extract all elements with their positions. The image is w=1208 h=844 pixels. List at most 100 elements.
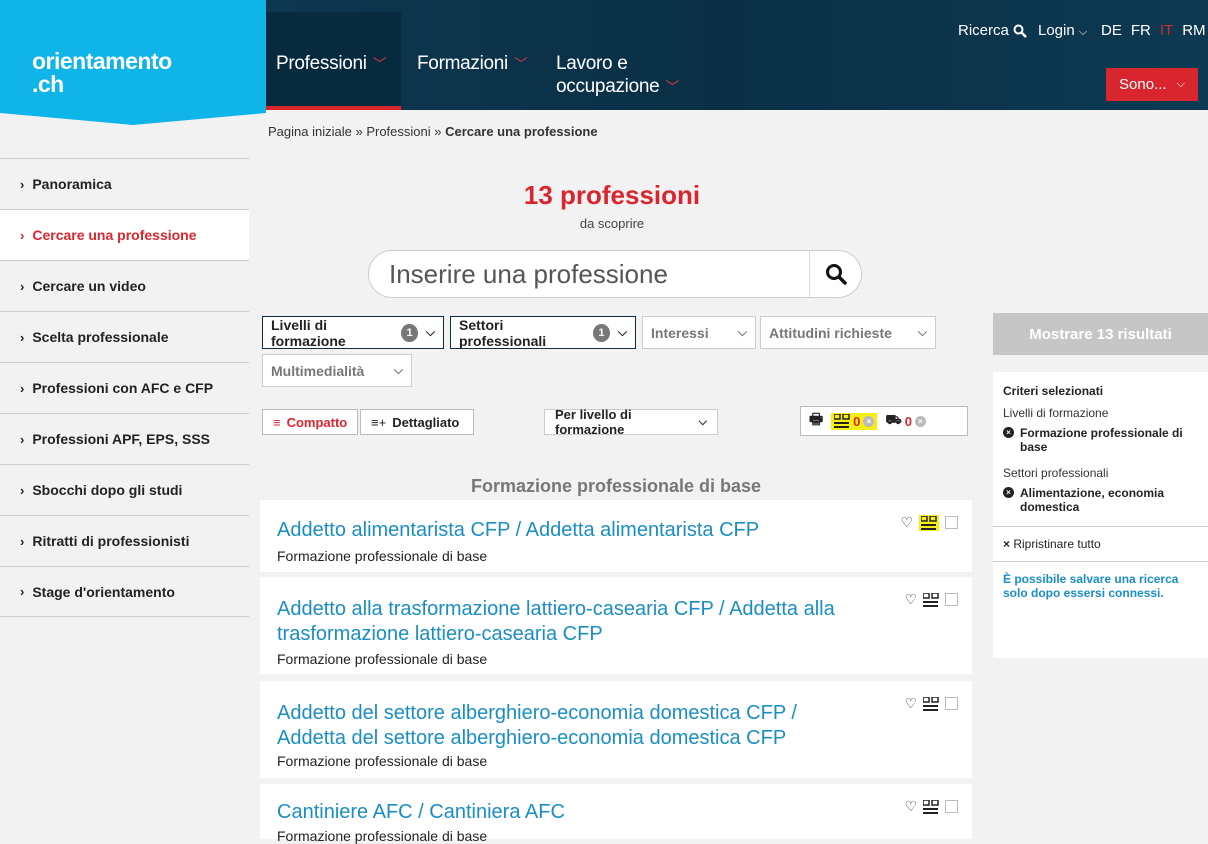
filter-livelli[interactable]: Livelli di formazione 1 ⌵	[262, 316, 444, 349]
result-actions: ♡	[904, 591, 958, 608]
chevron-right-icon: ›	[20, 431, 25, 447]
breadcrumb-section[interactable]: Professioni	[366, 124, 430, 139]
chevron-down-icon: ⌵	[393, 363, 403, 377]
result-subtitle: Formazione professionale di base	[277, 828, 488, 844]
result-subtitle: Formazione professionale di base	[277, 651, 488, 667]
clear-icon[interactable]: ×	[863, 415, 875, 427]
result-card[interactable]: Addetto del settore alberghiero-economia…	[260, 681, 972, 778]
select-checkbox[interactable]	[945, 516, 958, 529]
filter-attitudini[interactable]: Attitudini richieste ⌵	[760, 316, 936, 349]
chevron-down-icon: ⌵	[1078, 26, 1088, 38]
search-button[interactable]	[809, 251, 861, 297]
breadcrumb-home[interactable]: Pagina iniziale	[268, 124, 352, 139]
criteria-chip-label: Formazione professionale di base	[1020, 426, 1183, 454]
heart-icon[interactable]: ♡	[904, 591, 917, 608]
sort-dropdown[interactable]: Per livello di formazione ⌵	[544, 407, 718, 437]
view-compact-button[interactable]: ≡ Compatto	[262, 409, 358, 435]
result-card[interactable]: Addetto alimentarista CFP / Addetta alim…	[260, 500, 972, 572]
reset-all-label: Ripristinare tutto	[1013, 537, 1101, 551]
chevron-down-icon: ﹀	[372, 56, 387, 72]
logo-pointer	[0, 110, 266, 125]
heart-icon[interactable]: ♡	[904, 695, 917, 712]
show-results-button[interactable]: Mostrare 13 risultati	[993, 313, 1208, 355]
compare-icon	[834, 414, 850, 428]
lang-fr[interactable]: FR	[1131, 22, 1151, 39]
result-title-line: Addetto alla trasformazione lattiero-cas…	[277, 598, 835, 620]
criteria-chip[interactable]: × Formazione professionale di base	[1003, 426, 1198, 454]
chevron-right-icon: ›	[20, 329, 25, 345]
chevron-down-icon: ﹀	[513, 56, 528, 72]
sidebar-item-ritratti[interactable]: › Ritratti di professionisti	[0, 515, 249, 566]
heart-icon[interactable]: ♡	[900, 514, 913, 531]
filter-interessi[interactable]: Interessi ⌵	[642, 316, 756, 349]
clear-icon[interactable]: ×	[915, 415, 926, 427]
remove-icon[interactable]: ×	[1003, 427, 1014, 438]
heart-icon[interactable]: ♡	[904, 798, 917, 815]
logo[interactable]: orientamento .ch	[0, 0, 266, 110]
basket-toggle[interactable]: ⛟ 0 ×	[885, 412, 926, 430]
view-detailed-button[interactable]: ≡+ Dettagliato	[360, 409, 474, 435]
selected-criteria-panel: Criteri selezionati Livelli di formazion…	[993, 372, 1208, 658]
nav-lavoro[interactable]: Lavoro e occupazione ﹀	[556, 52, 679, 99]
lang-it[interactable]: IT	[1160, 22, 1173, 39]
lang-de[interactable]: DE	[1101, 22, 1122, 39]
compare-icon[interactable]	[923, 592, 939, 607]
reset-all-link[interactable]: × Ripristinare tutto	[1003, 537, 1198, 551]
result-actions: ♡	[904, 798, 958, 815]
chevron-right-icon: ›	[20, 227, 25, 243]
sidebar-item-stage[interactable]: › Stage d'orientamento	[0, 566, 249, 617]
filter-settori[interactable]: Settori professionali 1 ⌵	[450, 316, 636, 349]
chevron-down-icon: ⌵	[617, 325, 627, 339]
sidebar-item-apf-eps-sss[interactable]: › Professioni APF, EPS, SSS	[0, 413, 249, 464]
remove-icon[interactable]: ×	[1003, 487, 1014, 498]
sidebar-item-scelta[interactable]: › Scelta professionale	[0, 311, 249, 362]
sidebar-item-label: Sbocchi dopo gli studi	[32, 482, 183, 498]
criteria-label: Settori professionali	[1003, 466, 1109, 480]
breadcrumb-current: Cercare una professione	[445, 124, 598, 139]
login-link[interactable]: Login ⌵	[1038, 22, 1087, 39]
result-title[interactable]: Addetto alla trasformazione lattiero-cas…	[277, 597, 857, 647]
result-title[interactable]: Addetto alimentarista CFP / Addetta alim…	[277, 518, 857, 543]
filter-multimedia[interactable]: Multimedialità ⌵	[262, 354, 412, 387]
result-title[interactable]: Addetto del settore alberghiero-economia…	[277, 701, 857, 751]
sidebar-item-cercare-professione[interactable]: › Cercare una professione	[0, 209, 249, 260]
result-title[interactable]: Cantiniere AFC / Cantiniera AFC	[277, 800, 857, 825]
tools-bar: 🖶 0 × ⛟ 0 ×	[800, 406, 968, 436]
sidebar-item-afc-cfp[interactable]: › Professioni con AFC e CFP	[0, 362, 249, 413]
chevron-down-icon: ⌵	[425, 325, 435, 339]
compare-icon[interactable]	[923, 696, 939, 711]
compare-toggle[interactable]: 0 ×	[831, 412, 878, 430]
criteria-chip[interactable]: × Alimentazione, economia domestica	[1003, 486, 1198, 514]
compare-icon[interactable]	[923, 799, 939, 814]
sono-dropdown[interactable]: Sono... ⌵	[1106, 68, 1198, 101]
sidebar-item-label: Professioni APF, EPS, SSS	[32, 431, 210, 447]
sono-label: Sono...	[1119, 76, 1167, 93]
result-card[interactable]: Addetto alla trasformazione lattiero-cas…	[260, 577, 972, 674]
list-add-icon: ≡+	[371, 414, 387, 430]
lang-rm[interactable]: RM	[1182, 22, 1205, 39]
compare-icon	[921, 515, 937, 530]
sidebar-item-sbocchi[interactable]: › Sbocchi dopo gli studi	[0, 464, 249, 515]
select-checkbox[interactable]	[945, 800, 958, 813]
search-link[interactable]: Ricerca	[958, 22, 1027, 39]
criteria-title: Criteri selezionati	[1003, 384, 1104, 398]
save-search-note[interactable]: È possibile salvare una ricerca solo dop…	[1003, 572, 1198, 600]
result-subtitle: Formazione professionale di base	[277, 548, 488, 564]
nav-formazioni[interactable]: Formazioni ﹀	[417, 52, 528, 76]
sidebar-item-label: Professioni con AFC e CFP	[32, 380, 214, 396]
select-checkbox[interactable]	[945, 697, 958, 710]
compare-count: 0	[853, 413, 861, 429]
criteria-chip-label: Alimentazione, economia domestica	[1020, 486, 1165, 514]
select-checkbox[interactable]	[945, 593, 958, 606]
result-card[interactable]: Cantiniere AFC / Cantiniera AFC Formazio…	[260, 784, 972, 844]
sidebar-item-cercare-video[interactable]: › Cercare un video	[0, 260, 249, 311]
filter-label: Multimedialità	[271, 362, 365, 379]
sidebar-item-panoramica[interactable]: › Panoramica	[0, 158, 249, 209]
nav-lavoro-label-2: occupazione	[556, 76, 660, 97]
print-icon[interactable]: 🖶	[809, 409, 823, 434]
result-subtitle: Formazione professionale di base	[277, 753, 488, 769]
nav-professioni[interactable]: Professioni ﹀	[276, 52, 387, 76]
breadcrumb-separator: »	[355, 124, 363, 139]
search-input[interactable]	[389, 259, 799, 289]
compare-icon[interactable]	[919, 514, 939, 531]
